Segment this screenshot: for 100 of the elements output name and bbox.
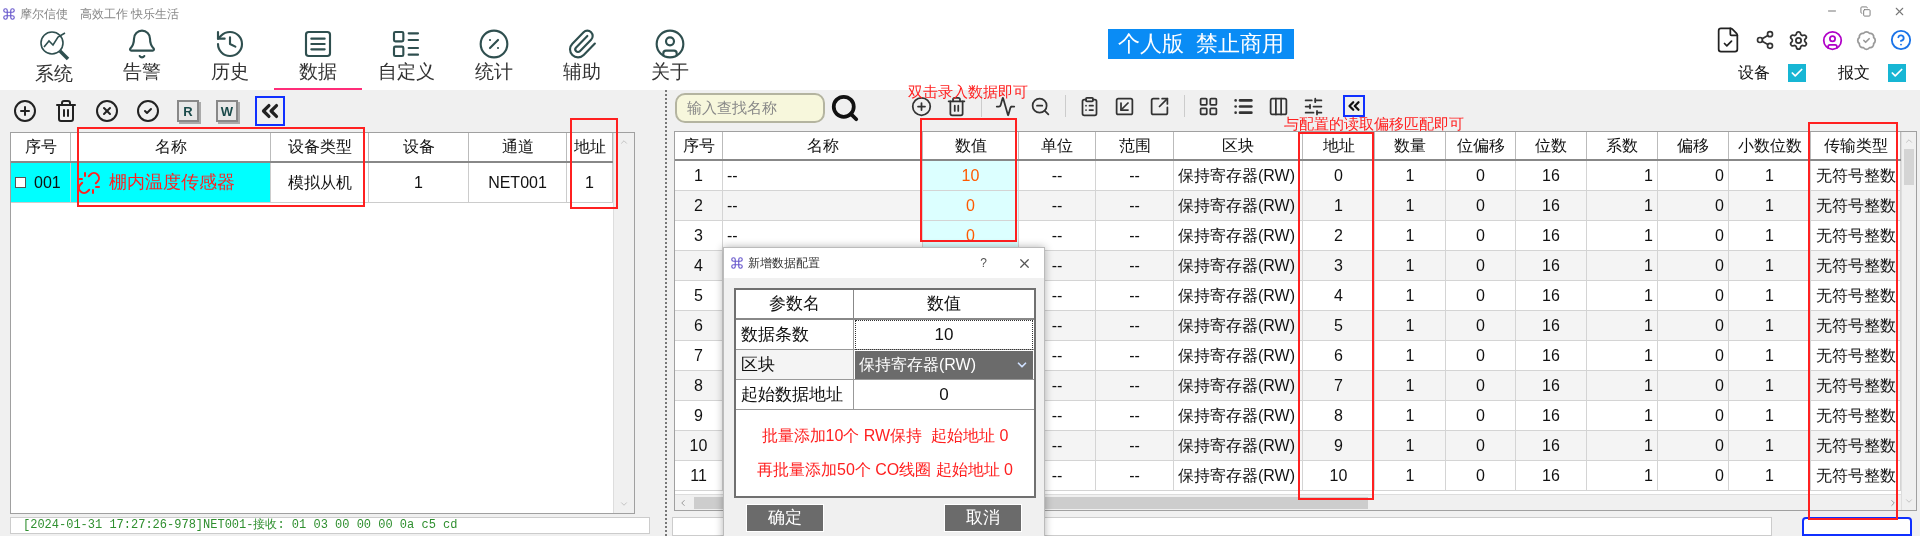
table-cell[interactable]: 001 [11, 163, 71, 202]
table-cell: 16 [1516, 191, 1587, 220]
column-header: 位偏移 [1446, 132, 1516, 159]
scroll-thumb[interactable] [1904, 149, 1914, 185]
column-header: 单位 [1019, 132, 1096, 159]
table-cell: 保持寄存器(RW) [1174, 401, 1303, 430]
ok-button[interactable]: 确定 [746, 504, 824, 532]
nav-tab[interactable]: 数据 [274, 28, 362, 90]
table-cell: -- [1096, 161, 1174, 190]
table-cell: 16 [1516, 431, 1587, 460]
app-logo-icon [2, 7, 16, 21]
add-icon[interactable] [13, 99, 37, 123]
table-cell: -- [1096, 251, 1174, 280]
count-field[interactable]: 10 [855, 319, 1033, 350]
table-cell: -- [1096, 371, 1174, 400]
toggle-checkbox[interactable] [1888, 64, 1906, 82]
table-cell: 1 [1375, 461, 1446, 490]
row-checkbox[interactable] [15, 177, 26, 188]
table-cell: 0 [1658, 161, 1729, 190]
share-icon[interactable] [1755, 30, 1775, 50]
table-cell: 1 [1375, 161, 1446, 190]
table-cell: 1 [1375, 281, 1446, 310]
table-cell: 0 [1658, 281, 1729, 310]
column-header: 参数名 [736, 290, 854, 318]
table-cell: 1 [1587, 311, 1658, 340]
column-header: 地址 [1303, 132, 1375, 159]
table-cell: 0 [1658, 191, 1729, 220]
table-cell: 1 [1587, 191, 1658, 220]
nav-tab[interactable]: 辅助 [538, 28, 626, 90]
table-cell: 1 [1375, 311, 1446, 340]
paperclip-icon [566, 28, 598, 60]
help-button[interactable]: ? [980, 254, 987, 272]
confirm-icon[interactable] [136, 99, 160, 123]
table-cell: 1 [1587, 401, 1658, 430]
table-cell: 4 [1303, 281, 1375, 310]
table-cell: 0 [1446, 161, 1516, 190]
user-icon[interactable] [1822, 29, 1843, 51]
settings-icon[interactable] [1788, 29, 1809, 51]
table-cell: 保持寄存器(RW) [1174, 251, 1303, 280]
bell-icon [126, 28, 158, 60]
nav-tab[interactable]: 自定义 [362, 28, 450, 90]
table-cell: 1 [1587, 461, 1658, 490]
table-cell: 1 [1303, 191, 1375, 220]
column-header: 区块 [1174, 132, 1303, 159]
table-cell: 1 [1587, 281, 1658, 310]
letter-tool[interactable]: R [177, 100, 199, 122]
nav-tab[interactable]: 关于 [626, 28, 714, 90]
scroll-right-icon[interactable] [1888, 497, 1898, 508]
table-cell: 10 [1303, 461, 1375, 490]
table-cell: -- [1019, 161, 1096, 190]
table-cell: 0 [1658, 251, 1729, 280]
table-cell: 1 [1729, 341, 1811, 370]
scrollbar[interactable] [1901, 132, 1916, 510]
edition-badge: 个人版 禁止商用 [1108, 29, 1295, 59]
table-cell: 保持寄存器(RW) [1174, 371, 1303, 400]
nav-tab[interactable]: 统计 [450, 28, 538, 90]
block-dropdown[interactable]: 保持寄存器(RW) [855, 350, 1033, 379]
percent-icon [478, 28, 510, 60]
nav-tab[interactable]: 历史 [186, 28, 274, 90]
table-cell: 1 [1729, 221, 1811, 250]
table-cell: 0 [1658, 341, 1729, 370]
table-cell: 16 [1516, 221, 1587, 250]
column-header: 数值 [923, 132, 1019, 159]
delete-icon[interactable] [54, 99, 78, 123]
table-cell: -- [1096, 431, 1174, 460]
search-icon[interactable] [830, 93, 860, 123]
check-icon [1890, 66, 1904, 80]
annotation-text: 双击录入数据即可 [908, 82, 1028, 102]
table-cell: 1 [1375, 371, 1446, 400]
table-cell: 7 [1303, 371, 1375, 400]
table-cell: 3 [1303, 251, 1375, 280]
table-cell: 9 [1303, 431, 1375, 460]
badge-icon[interactable] [1856, 29, 1877, 51]
remove-icon[interactable] [95, 99, 119, 123]
table-cell: 16 [1516, 371, 1587, 400]
column-header: 小数位数 [1729, 132, 1811, 159]
table-cell: 1 [369, 163, 469, 202]
collapse-button[interactable] [255, 96, 285, 126]
table-cell: 8 [1303, 401, 1375, 430]
table-cell: -- [1096, 221, 1174, 250]
table-cell: 1 [1587, 371, 1658, 400]
table-cell: -- [1096, 461, 1174, 490]
table-cell: 1 [1729, 161, 1811, 190]
table-cell: 1 [1587, 161, 1658, 190]
table-cell: 保持寄存器(RW) [1174, 431, 1303, 460]
table-cell: 1 [1729, 461, 1811, 490]
nav-tab[interactable]: 告警 [98, 28, 186, 90]
table-cell: 1 [1375, 341, 1446, 370]
letter-tool[interactable]: W [216, 100, 238, 122]
help-icon[interactable] [1890, 29, 1912, 51]
table-cell: 保持寄存器(RW) [1174, 341, 1303, 370]
table-cell: 0 [1658, 401, 1729, 430]
restore-icon[interactable] [1860, 5, 1871, 17]
collapse-button[interactable] [1343, 95, 1365, 117]
table-cell: 0 [1446, 431, 1516, 460]
nav-tab[interactable]: 系统 [10, 28, 98, 90]
cancel-button[interactable]: 取消 [944, 504, 1022, 532]
address-value: 0 [938, 383, 950, 406]
toggle-checkbox[interactable] [1788, 64, 1806, 82]
table-cell: 16 [1516, 161, 1587, 190]
